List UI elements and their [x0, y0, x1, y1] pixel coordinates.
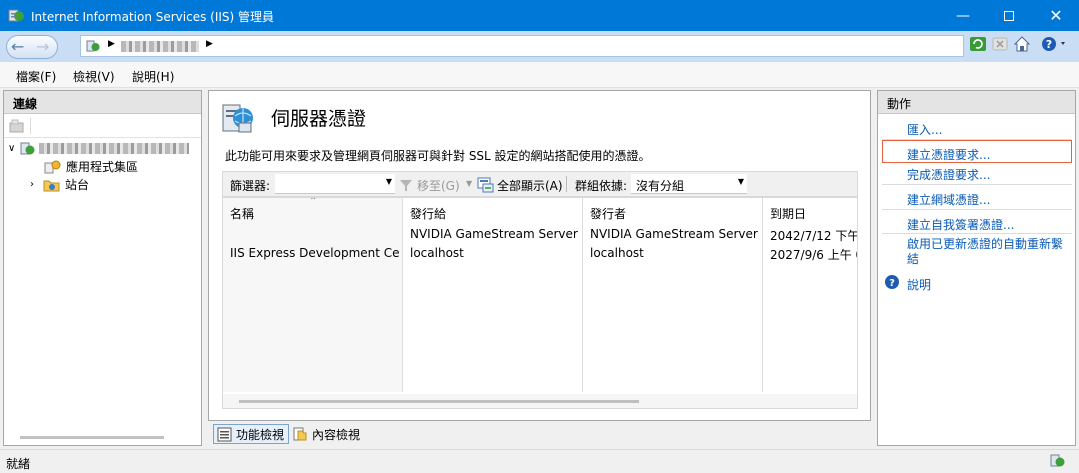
server-name-redacted	[121, 41, 199, 52]
menu-help[interactable]: 說明(H)	[132, 68, 174, 85]
filter-toolbar: 篩選器: ▼ 移至(G) ▼ 全部顯示(A) 群組依據: 沒有分組 ▼	[222, 171, 858, 197]
group-by-label: 群組依據:	[575, 179, 628, 193]
action-create-certificate-request[interactable]: 建立憑證要求...	[907, 146, 990, 163]
back-arrow-icon[interactable]: ←	[11, 37, 24, 56]
tree-app-pools[interactable]: 應用程式集區	[44, 157, 138, 176]
action-help[interactable]: 說明	[907, 276, 931, 293]
close-button[interactable]: ✕	[1033, 0, 1079, 31]
status-bar: 就緒	[0, 449, 1079, 473]
cell-issued-by: localhost	[590, 246, 644, 260]
status-text: 就緒	[6, 457, 31, 471]
features-view-label: 功能檢視	[236, 427, 285, 442]
forward-arrow-icon[interactable]: →	[36, 37, 49, 56]
sort-ascending-icon: ⌃	[309, 197, 318, 207]
tree-server-node[interactable]: ∨	[8, 139, 202, 158]
tree-sites[interactable]: › 站台	[30, 175, 89, 194]
column-header-issued-to[interactable]: 發行給	[410, 205, 446, 222]
connections-header: 連線	[4, 91, 201, 114]
menu-file[interactable]: 檔案(F)	[16, 68, 56, 85]
tab-content-view[interactable]: 內容檢視	[291, 424, 371, 444]
iis-app-icon	[8, 7, 25, 24]
svg-text:?: ?	[1046, 38, 1052, 51]
cell-issued-to: localhost	[410, 246, 464, 260]
close-icon: ✕	[1049, 6, 1063, 25]
funnel-icon	[400, 180, 412, 191]
help-dropdown-icon[interactable]: ?	[1040, 35, 1070, 55]
maximize-button[interactable]	[986, 0, 1032, 31]
action-import[interactable]: 匯入...	[907, 121, 942, 138]
action-enable-auto-rebind[interactable]: 啟用已更新憑證的自動重新繫結	[907, 237, 1070, 267]
group-by-value: 沒有分組	[636, 179, 685, 193]
cell-expiry: 2042/7/12 下午	[770, 229, 858, 243]
show-all-button[interactable]: 全部顯示(A)	[497, 177, 563, 194]
server-icon	[86, 40, 100, 52]
action-complete-certificate-request[interactable]: 完成憑證要求...	[907, 166, 990, 183]
actions-separator	[882, 184, 1072, 185]
column-header-issued-by[interactable]: 發行者	[590, 205, 626, 222]
svg-text:?: ?	[889, 278, 895, 289]
actions-header: 動作	[878, 91, 1075, 114]
actions-separator	[882, 233, 1072, 234]
cell-name: IIS Express Development Cer...	[230, 246, 400, 260]
app-pools-label: 應用程式集區	[66, 160, 139, 174]
filter-label: 篩選器:	[230, 179, 271, 193]
content-view-icon	[293, 427, 307, 441]
page-description: 此功能可用來要求及管理網頁伺服器可與針對 SSL 設定的網站搭配使用的憑證。	[225, 149, 651, 163]
horizontal-scrollbar[interactable]	[20, 436, 164, 439]
group-by-select[interactable]: 沒有分組 ▼	[631, 174, 747, 194]
connect-icon[interactable]	[9, 118, 25, 134]
cell-issued-to: NVIDIA GameStream Server	[410, 227, 578, 241]
scrollbar-thumb[interactable]	[239, 400, 639, 403]
window-title: Internet Information Services (IIS) 管理員	[31, 10, 275, 24]
group-by-dropdown-icon[interactable]: ▼	[738, 177, 744, 186]
expand-chevron-icon[interactable]: ›	[30, 179, 43, 190]
column-header-expiry[interactable]: 到期日	[770, 205, 806, 222]
actions-separator	[882, 209, 1072, 210]
menu-bar: 檔案(F) 檢視(V) 說明(H)	[0, 62, 1079, 88]
server-certificates-icon	[222, 104, 253, 133]
show-all-icon	[477, 177, 494, 193]
go-dropdown-icon[interactable]: ▼	[466, 179, 472, 188]
breadcrumb-arrow-icon[interactable]: ▶	[206, 39, 213, 49]
app-pool-icon	[44, 160, 61, 173]
menu-view[interactable]: 檢視(V)	[73, 68, 115, 85]
go-button[interactable]: 移至(G)	[417, 177, 460, 194]
cell-expiry: 2027/9/6 上午 0	[770, 248, 858, 262]
breadcrumb-arrow-icon[interactable]: ▶	[108, 39, 115, 49]
connections-toolbar	[4, 114, 201, 138]
title-bar: Internet Information Services (IIS) 管理員 …	[0, 0, 1079, 31]
collapse-chevron-icon[interactable]: ∨	[8, 143, 20, 154]
main-panel: 伺服器憑證 此功能可用來要求及管理網頁伺服器可與針對 SSL 設定的網站搭配使用…	[208, 90, 871, 421]
action-create-domain-certificate[interactable]: 建立網域憑證...	[907, 191, 990, 208]
connections-panel: 連線 ∨ 應用程式集區 › 站台	[3, 90, 202, 446]
minimize-button[interactable]: —	[940, 0, 986, 31]
maximize-icon	[1004, 10, 1014, 21]
page-title: 伺服器憑證	[271, 108, 367, 130]
action-create-self-signed-certificate[interactable]: 建立自我簽署憑證...	[907, 216, 1014, 233]
stop-icon[interactable]	[991, 35, 1011, 55]
features-view-icon	[217, 427, 232, 441]
cell-issued-by: NVIDIA GameStream Server	[590, 227, 758, 241]
sites-label: 站台	[65, 178, 90, 192]
tab-features-view[interactable]: 功能檢視	[213, 424, 289, 444]
minimize-icon: —	[956, 7, 970, 24]
refresh-icon[interactable]	[969, 35, 989, 55]
home-icon[interactable]	[1013, 35, 1033, 55]
back-forward-buttons[interactable]: ← →	[6, 35, 58, 59]
address-box[interactable]: ▶ ▶	[80, 35, 964, 57]
server-status-icon	[1050, 454, 1065, 467]
toolbar-separator	[566, 176, 567, 192]
help-icon: ?	[885, 275, 899, 289]
filter-dropdown-icon[interactable]: ▼	[386, 177, 392, 186]
certificates-list: ⌃ 名稱 發行給 發行者 到期日 NVIDIA GameStream Serve…	[222, 197, 858, 409]
horizontal-scrollbar[interactable]	[223, 394, 857, 408]
content-view-label: 內容檢視	[312, 427, 361, 442]
server-name-redacted	[39, 143, 189, 154]
toolbar-separator	[30, 118, 31, 134]
sites-folder-icon	[43, 180, 60, 191]
table-row[interactable]: NVIDIA GameStream Server NVIDIA GameStre…	[223, 225, 858, 263]
filter-input[interactable]: ▼	[275, 174, 395, 194]
column-header-name[interactable]: 名稱	[230, 205, 254, 222]
server-icon	[20, 142, 35, 154]
